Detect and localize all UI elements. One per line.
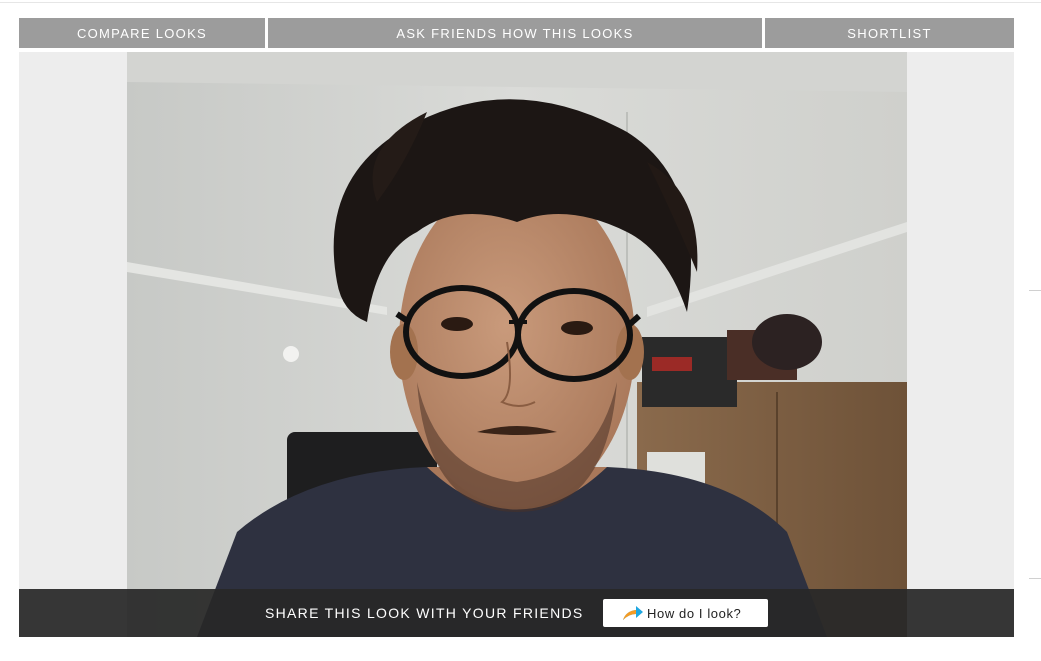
edge-divider xyxy=(1029,578,1041,579)
compare-looks-label: COMPARE LOOKS xyxy=(76,25,208,41)
action-tabs: COMPARE LOOKS ASK FRIENDS HOW THIS LOOKS… xyxy=(19,18,1014,48)
ask-friends-label: ASK FRIENDS HOW THIS LOOKS xyxy=(396,25,634,41)
how-do-i-look-label: How do I look? xyxy=(647,605,742,621)
try-on-photo xyxy=(127,52,907,637)
share-bar: SHARE THIS LOOK WITH YOUR FRIENDS How do… xyxy=(19,589,1014,637)
share-arrow-icon xyxy=(623,606,643,620)
try-on-photo-illustration xyxy=(127,52,907,637)
compare-looks-button[interactable]: COMPARE LOOKS xyxy=(19,18,265,48)
try-on-viewer: SHARE THIS LOOK WITH YOUR FRIENDS How do… xyxy=(19,52,1014,637)
shortlist-label: SHORTLIST xyxy=(847,25,932,41)
edge-divider xyxy=(1029,290,1041,291)
share-prompt: SHARE THIS LOOK WITH YOUR FRIENDS xyxy=(265,605,584,621)
shortlist-button[interactable]: SHORTLIST xyxy=(765,18,1014,48)
how-do-i-look-button[interactable]: How do I look? xyxy=(603,599,768,627)
ask-friends-button[interactable]: ASK FRIENDS HOW THIS LOOKS xyxy=(268,18,762,48)
top-divider xyxy=(0,2,1041,3)
